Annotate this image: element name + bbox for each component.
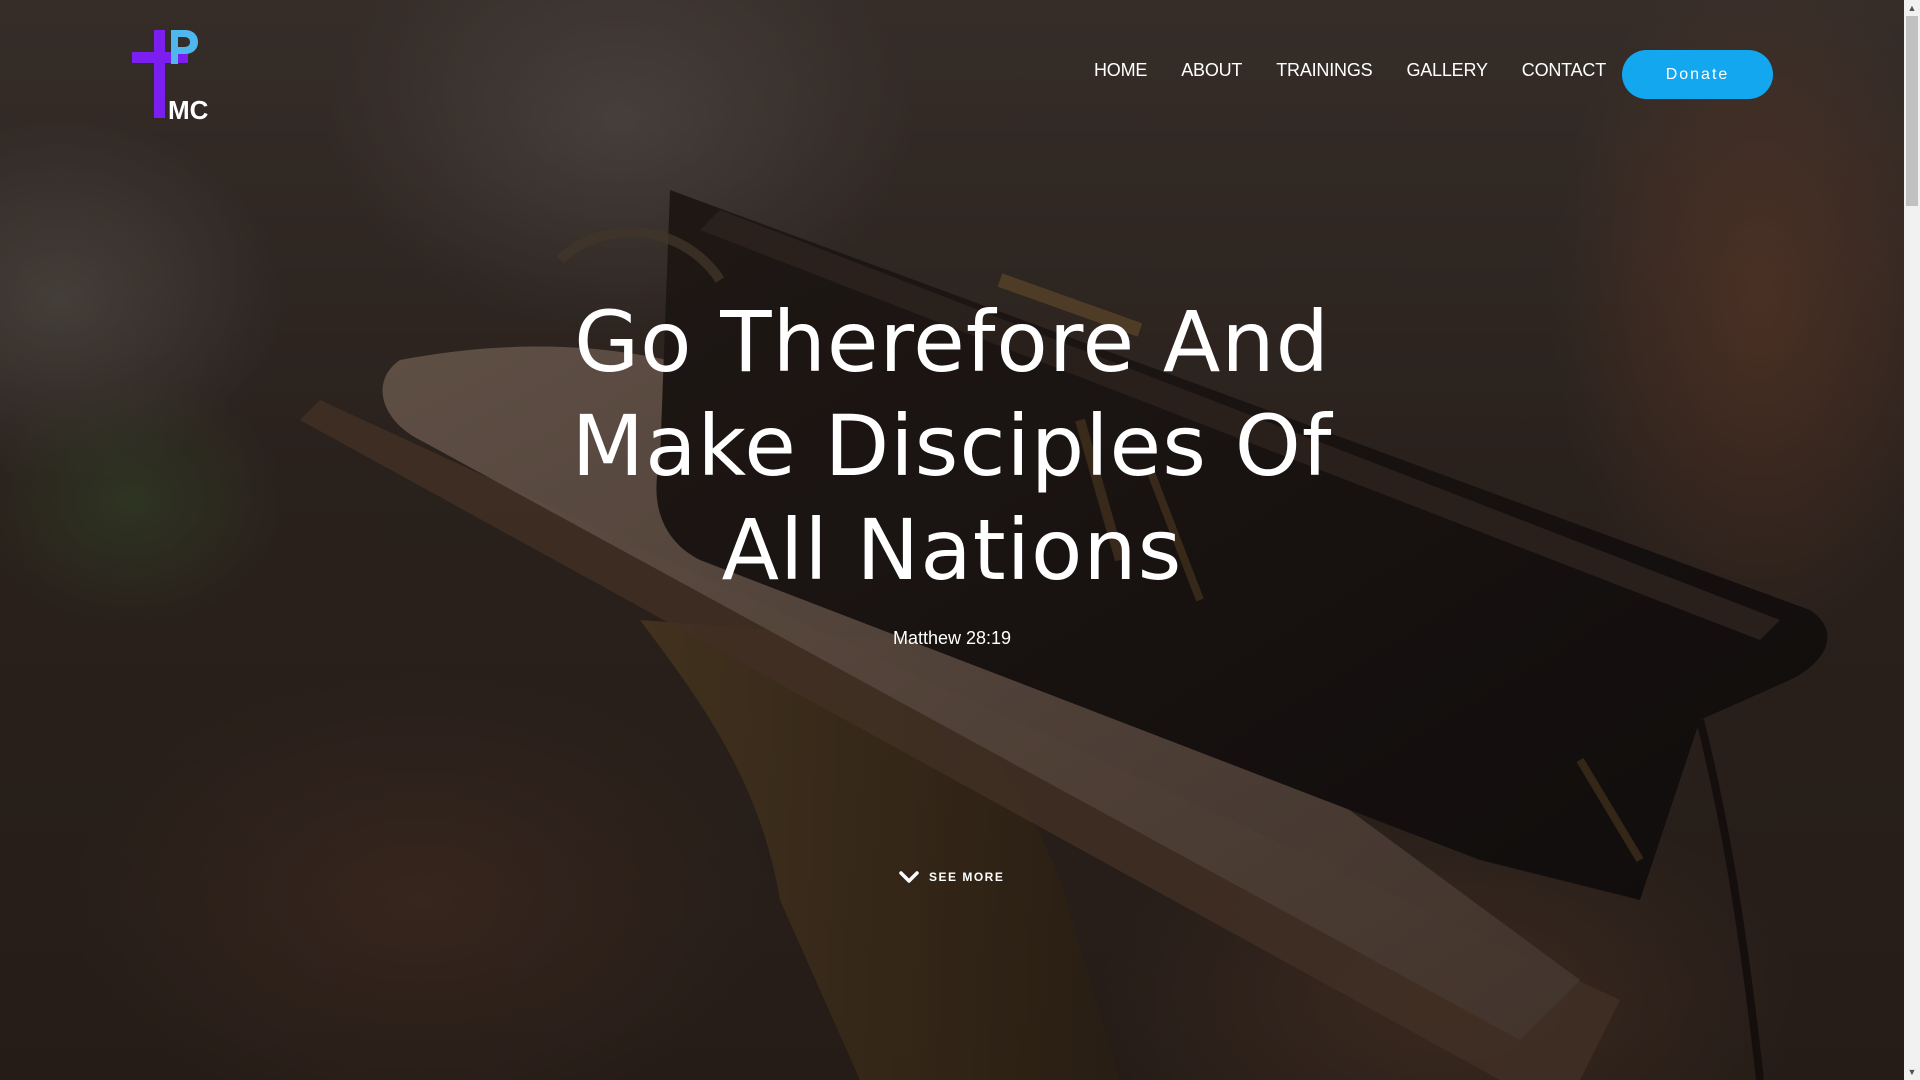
site-logo[interactable]: MC [130,28,210,120]
see-more-label: SEE MORE [929,870,1005,884]
hero-title: Go Therefore And Make Disciples Of All N… [452,290,1452,602]
nav-about[interactable]: ABOUT [1181,60,1242,81]
nav-contact[interactable]: CONTACT [1522,60,1606,81]
hero-title-line-3: All Nations [721,501,1183,599]
nav-home[interactable]: HOME [1094,60,1147,81]
hero-scripture-reference: Matthew 28:19 [892,628,1012,648]
arrow-down-icon[interactable]: ▼ [1904,1064,1920,1080]
chevron-down-icon [899,871,919,883]
logo-cross-vertical [154,30,165,118]
page: MC HOME ABOUT TRAININGS GALLERY CONTACT … [0,0,1920,1080]
logo-mc-text: MC [168,95,209,120]
arrow-up-icon[interactable]: ▲ [1904,0,1920,16]
donate-button[interactable]: Donate [1622,50,1773,99]
see-more-link[interactable]: SEE MORE [898,866,1004,888]
nav-gallery[interactable]: GALLERY [1406,60,1488,81]
scrollbar-thumb[interactable] [1906,16,1918,206]
hero-title-line-2: Make Disciples Of [571,397,1333,495]
main-nav: HOME ABOUT TRAININGS GALLERY CONTACT [1094,60,1606,81]
hero-title-line-1: Go Therefore And [574,293,1330,391]
nav-trainings[interactable]: TRAININGS [1276,60,1372,81]
page-scrollbar[interactable]: ▲ ▼ [1904,0,1920,1080]
